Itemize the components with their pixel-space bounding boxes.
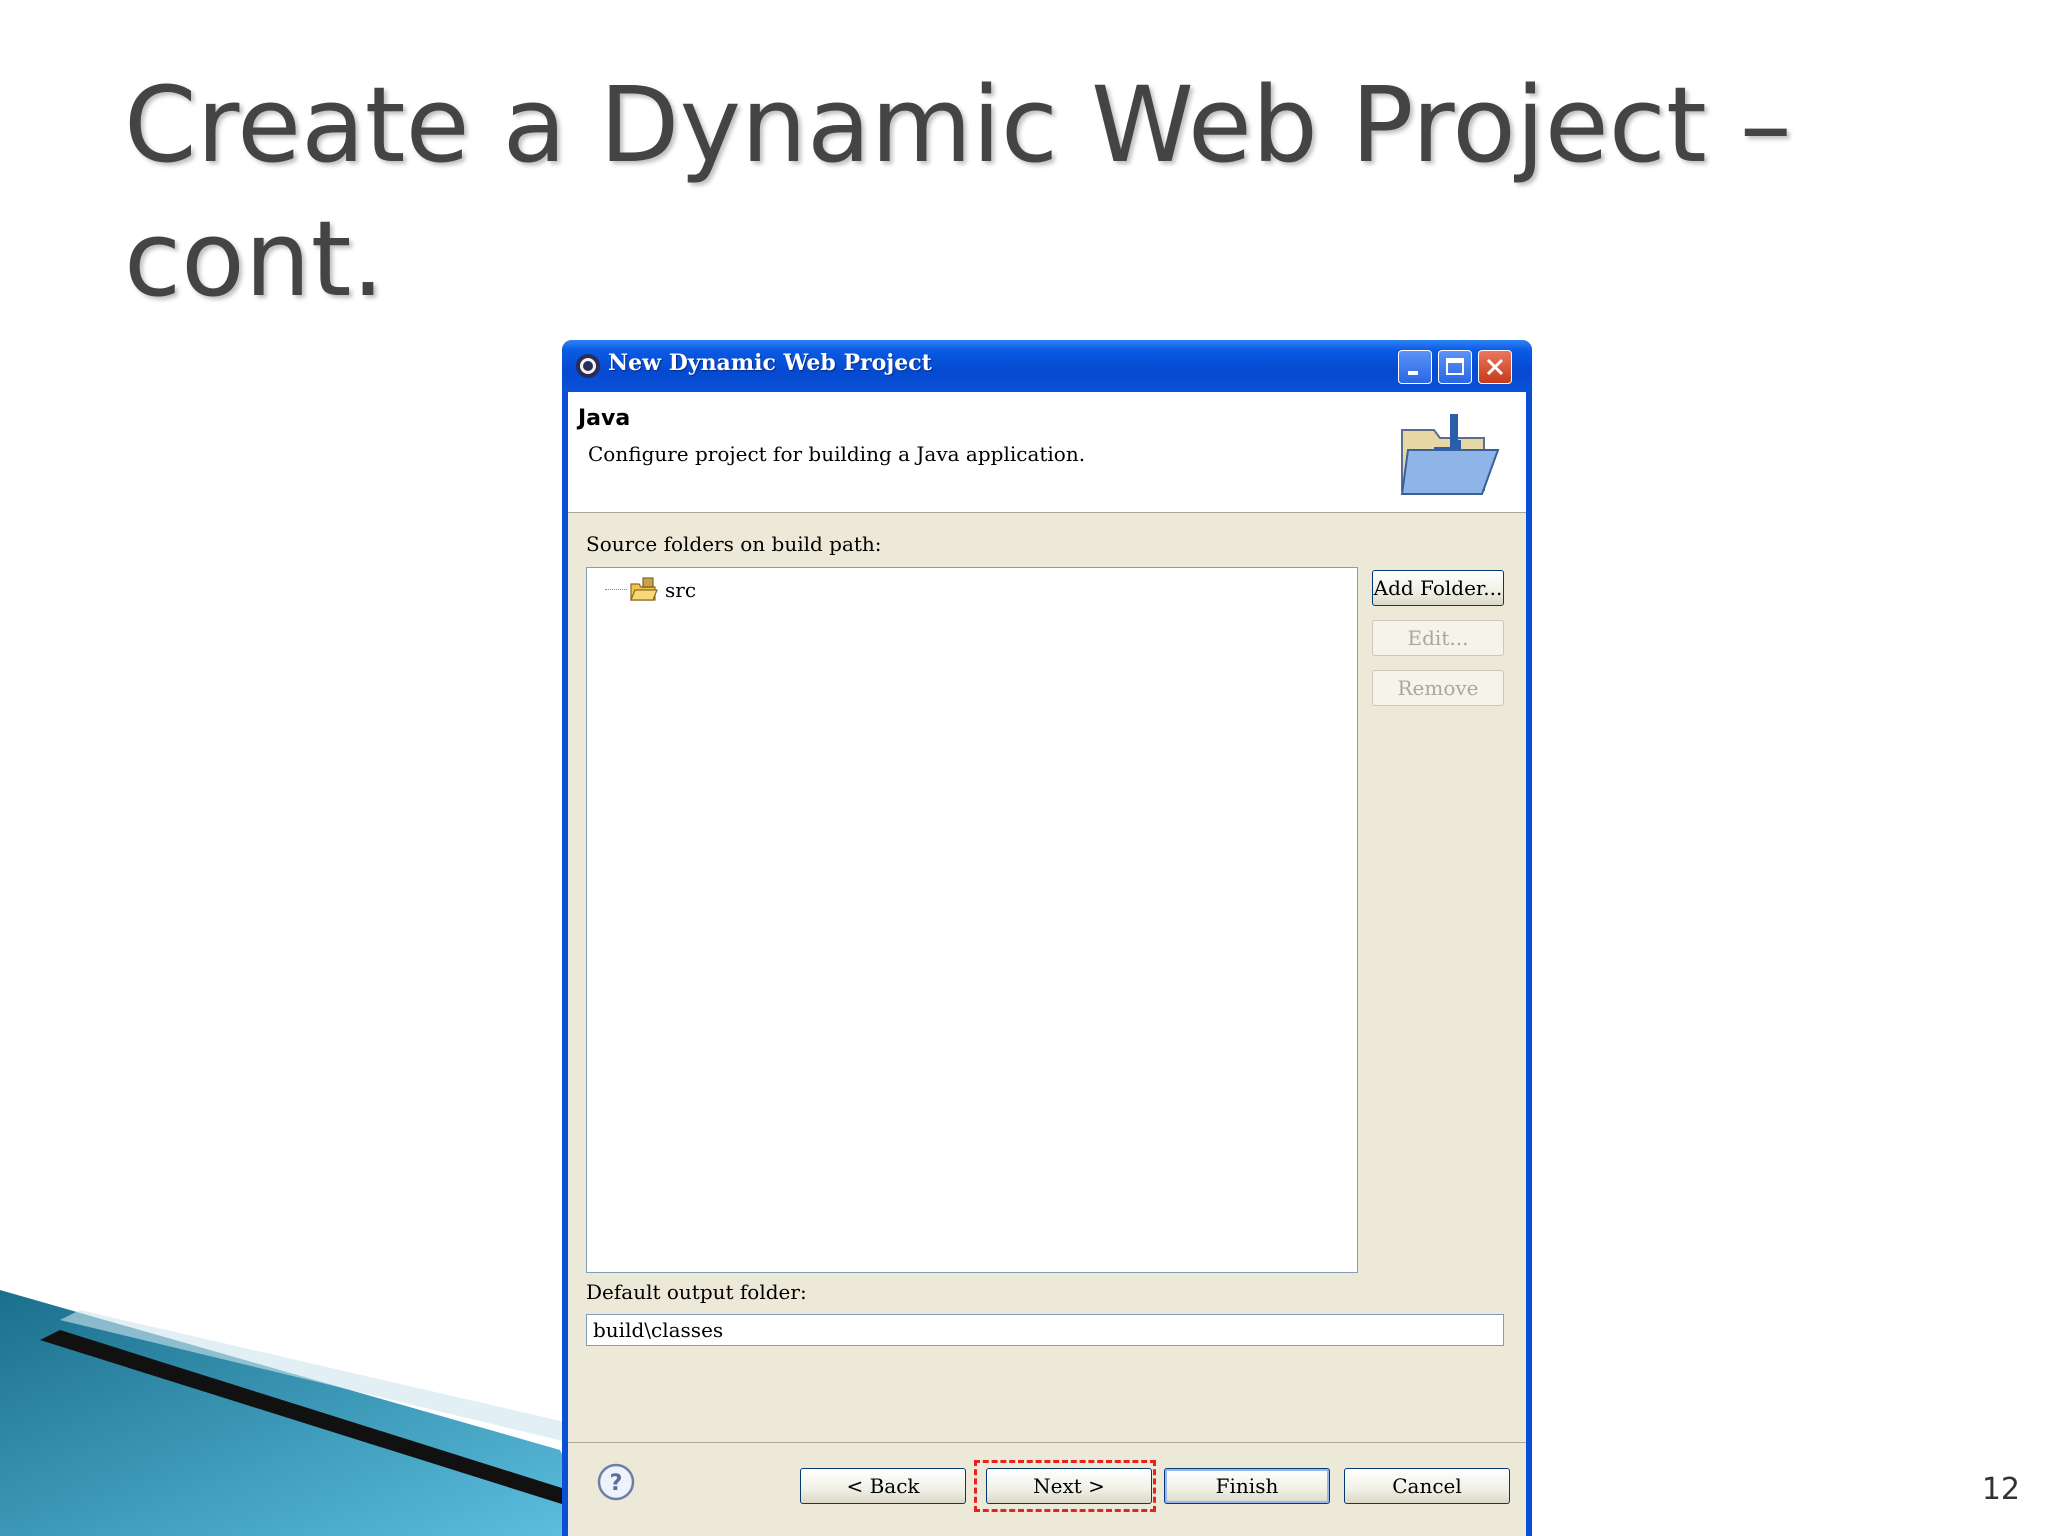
remove-button[interactable]: Remove bbox=[1372, 670, 1504, 706]
tree-item-label: src bbox=[665, 578, 697, 602]
slide-decoration bbox=[0, 1290, 600, 1536]
default-output-folder-input[interactable]: build\classes bbox=[586, 1314, 1504, 1346]
source-folders-tree[interactable]: src bbox=[586, 567, 1358, 1273]
footer-separator bbox=[568, 1442, 1526, 1443]
add-folder-button[interactable]: Add Folder... bbox=[1372, 570, 1504, 606]
java-folder-icon bbox=[1400, 414, 1500, 495]
minimize-icon bbox=[1408, 371, 1418, 375]
slide-title: Create a Dynamic Web Project – cont. bbox=[124, 64, 1792, 320]
window-title: New Dynamic Web Project bbox=[608, 350, 932, 376]
maximize-icon bbox=[1446, 358, 1464, 375]
new-dynamic-web-project-dialog: New Dynamic Web Project Java Configure p… bbox=[562, 340, 1532, 1536]
source-folder-icon bbox=[630, 577, 658, 601]
close-icon bbox=[1486, 358, 1504, 376]
titlebar[interactable]: New Dynamic Web Project bbox=[562, 340, 1532, 392]
finish-button[interactable]: Finish bbox=[1164, 1468, 1330, 1504]
edit-button[interactable]: Edit... bbox=[1372, 620, 1504, 656]
close-button[interactable] bbox=[1478, 350, 1512, 384]
svg-text:?: ? bbox=[610, 1471, 623, 1496]
minimize-button[interactable] bbox=[1398, 350, 1432, 384]
back-button[interactable]: < Back bbox=[800, 1468, 966, 1504]
next-button[interactable]: Next > bbox=[986, 1468, 1152, 1504]
page-number: 12 bbox=[1981, 1472, 2020, 1507]
tree-connector bbox=[605, 589, 627, 590]
cancel-button[interactable]: Cancel bbox=[1344, 1468, 1510, 1504]
help-icon[interactable]: ? bbox=[596, 1462, 636, 1502]
wizard-banner: Java Configure project for building a Ja… bbox=[568, 392, 1526, 513]
banner-description: Configure project for building a Java ap… bbox=[588, 442, 1086, 466]
source-folders-label: Source folders on build path: bbox=[586, 532, 882, 556]
default-output-folder-label: Default output folder: bbox=[586, 1280, 807, 1304]
dialog-body: Java Configure project for building a Ja… bbox=[568, 392, 1526, 1536]
eclipse-icon bbox=[576, 354, 600, 378]
banner-title: Java bbox=[578, 406, 631, 431]
maximize-button[interactable] bbox=[1438, 350, 1472, 384]
